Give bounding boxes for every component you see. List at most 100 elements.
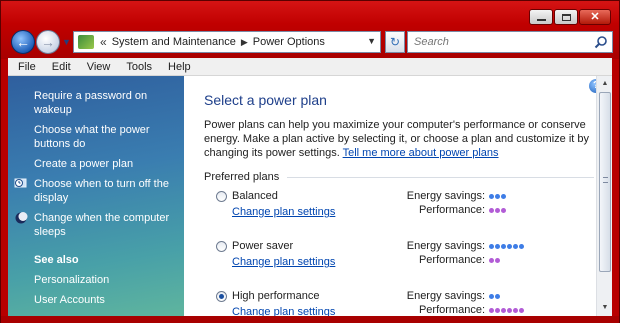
link-personalization[interactable]: Personalization xyxy=(8,270,184,290)
refresh-icon: ↻ xyxy=(389,35,401,49)
performance-dot xyxy=(495,307,500,313)
energy-savings-label: Energy savings: xyxy=(406,190,485,202)
maximize-button[interactable] xyxy=(554,9,578,25)
change-plan-settings-link[interactable]: Change plan settings xyxy=(232,206,335,218)
link-label: Personalization xyxy=(34,274,110,286)
forward-arrow-icon: → xyxy=(41,34,55,50)
grip-icon xyxy=(603,177,608,183)
performance-rating: Performance: xyxy=(396,254,500,266)
monitor-clock-icon xyxy=(14,178,27,188)
menu-bar: File Edit View Tools Help xyxy=(8,58,612,76)
link-user-accounts[interactable]: User Accounts xyxy=(8,290,184,310)
moon-icon xyxy=(15,212,28,224)
search-box[interactable] xyxy=(407,31,613,53)
link-label: Choose what the power buttons do xyxy=(34,124,150,150)
performance-dot xyxy=(495,207,500,213)
plan-row: Balanced Change plan settings Energy sav… xyxy=(216,189,594,233)
menu-help[interactable]: Help xyxy=(160,61,199,73)
energy-dots xyxy=(489,243,524,249)
preferred-plans-label: Preferred plans xyxy=(204,171,280,183)
energy-dot xyxy=(513,243,518,249)
performance-dots xyxy=(489,257,500,263)
tell-me-more-link[interactable]: Tell me more about power plans xyxy=(343,147,499,159)
window: ✕ ← → ▼ « System and Maintenance ▶ Power… xyxy=(0,0,620,323)
link-create-power-plan[interactable]: Create a power plan xyxy=(8,154,184,174)
energy-savings-label: Energy savings: xyxy=(406,240,485,252)
address-bar[interactable]: « System and Maintenance ▶ Power Options… xyxy=(73,31,381,53)
energy-dot xyxy=(489,293,494,299)
energy-dot xyxy=(495,243,500,249)
preferred-plans-group: Preferred plans xyxy=(204,171,594,183)
scroll-up-icon[interactable]: ▲ xyxy=(599,78,611,90)
main-panel: Select a power plan Power plans can help… xyxy=(194,76,594,316)
change-plan-settings-link[interactable]: Change plan settings xyxy=(232,256,335,268)
energy-savings-rating: Energy savings: xyxy=(396,240,524,252)
plan-name[interactable]: Balanced xyxy=(232,190,278,202)
close-button[interactable]: ✕ xyxy=(579,9,611,25)
energy-dot xyxy=(489,193,494,199)
performance-dot xyxy=(513,307,518,313)
close-icon: ✕ xyxy=(590,10,600,23)
energy-dot xyxy=(495,193,500,199)
performance-label: Performance: xyxy=(418,304,485,316)
maximize-icon xyxy=(561,13,571,21)
performance-dot xyxy=(495,257,500,263)
performance-label: Performance: xyxy=(418,204,485,216)
scroll-thumb[interactable] xyxy=(599,92,611,272)
link-label: User Accounts xyxy=(34,294,105,306)
link-power-buttons[interactable]: Choose what the power buttons do xyxy=(8,120,184,154)
plan-name[interactable]: Power saver xyxy=(232,240,293,252)
energy-dot xyxy=(501,193,506,199)
plan-row: High performance Change plan settings En… xyxy=(216,289,594,316)
back-button[interactable]: ← xyxy=(11,30,35,54)
plan-radio[interactable] xyxy=(216,241,227,252)
divider xyxy=(287,176,594,178)
link-require-password[interactable]: Require a password on wakeup xyxy=(8,86,184,120)
link-computer-sleeps[interactable]: Change when the computer sleeps xyxy=(8,208,184,242)
recent-pages-dropdown[interactable]: ▼ xyxy=(62,37,71,47)
breadcrumb-system-maintenance[interactable]: System and Maintenance xyxy=(112,36,236,48)
performance-dots xyxy=(489,207,506,213)
menu-edit[interactable]: Edit xyxy=(44,61,79,73)
address-dropdown-icon[interactable]: ▼ xyxy=(367,36,376,46)
content-area: Require a password on wakeup Choose what… xyxy=(8,76,612,316)
plan-name[interactable]: High performance xyxy=(232,290,319,302)
performance-dot xyxy=(519,307,524,313)
scroll-down-icon[interactable]: ▼ xyxy=(599,302,611,314)
minimize-button[interactable] xyxy=(529,9,553,25)
plan-radio[interactable] xyxy=(216,191,227,202)
plan-row: Power saver Change plan settings Energy … xyxy=(216,239,594,283)
performance-dot xyxy=(489,257,494,263)
menu-tools[interactable]: Tools xyxy=(118,61,160,73)
title-bar: ✕ ← → ▼ « System and Maintenance ▶ Power… xyxy=(1,1,619,59)
window-controls: ✕ xyxy=(529,9,611,25)
refresh-button[interactable]: ↻ xyxy=(385,31,405,53)
energy-savings-rating: Energy savings: xyxy=(396,190,506,202)
link-turn-off-display[interactable]: Choose when to turn off the display xyxy=(8,174,184,208)
intro-text: Power plans can help you maximize your c… xyxy=(204,118,592,160)
window-bottom-edge xyxy=(1,316,619,323)
menu-file[interactable]: File xyxy=(10,61,44,73)
plan-radio[interactable] xyxy=(216,291,227,302)
forward-button[interactable]: → xyxy=(36,30,60,54)
page-title: Select a power plan xyxy=(204,92,327,108)
breadcrumb-power-options[interactable]: Power Options xyxy=(253,36,325,48)
task-pane: Require a password on wakeup Choose what… xyxy=(8,76,184,316)
performance-dot xyxy=(489,307,494,313)
energy-dots xyxy=(489,193,506,199)
menu-view[interactable]: View xyxy=(79,61,119,73)
change-plan-settings-link[interactable]: Change plan settings xyxy=(232,306,335,316)
search-icon[interactable] xyxy=(594,35,608,49)
performance-dot xyxy=(507,307,512,313)
breadcrumb-overflow[interactable]: « xyxy=(100,35,107,49)
performance-rating: Performance: xyxy=(396,204,506,216)
search-input[interactable] xyxy=(414,36,592,48)
performance-label: Performance: xyxy=(418,254,485,266)
link-label: Change when the computer sleeps xyxy=(34,212,170,238)
breadcrumb-arrow-icon[interactable]: ▶ xyxy=(241,37,248,48)
see-also-heading: See also xyxy=(34,254,79,266)
performance-dots xyxy=(489,307,524,313)
vertical-scrollbar[interactable]: ▲ ▼ xyxy=(596,76,612,316)
energy-dot xyxy=(501,243,506,249)
control-panel-icon xyxy=(78,35,94,49)
